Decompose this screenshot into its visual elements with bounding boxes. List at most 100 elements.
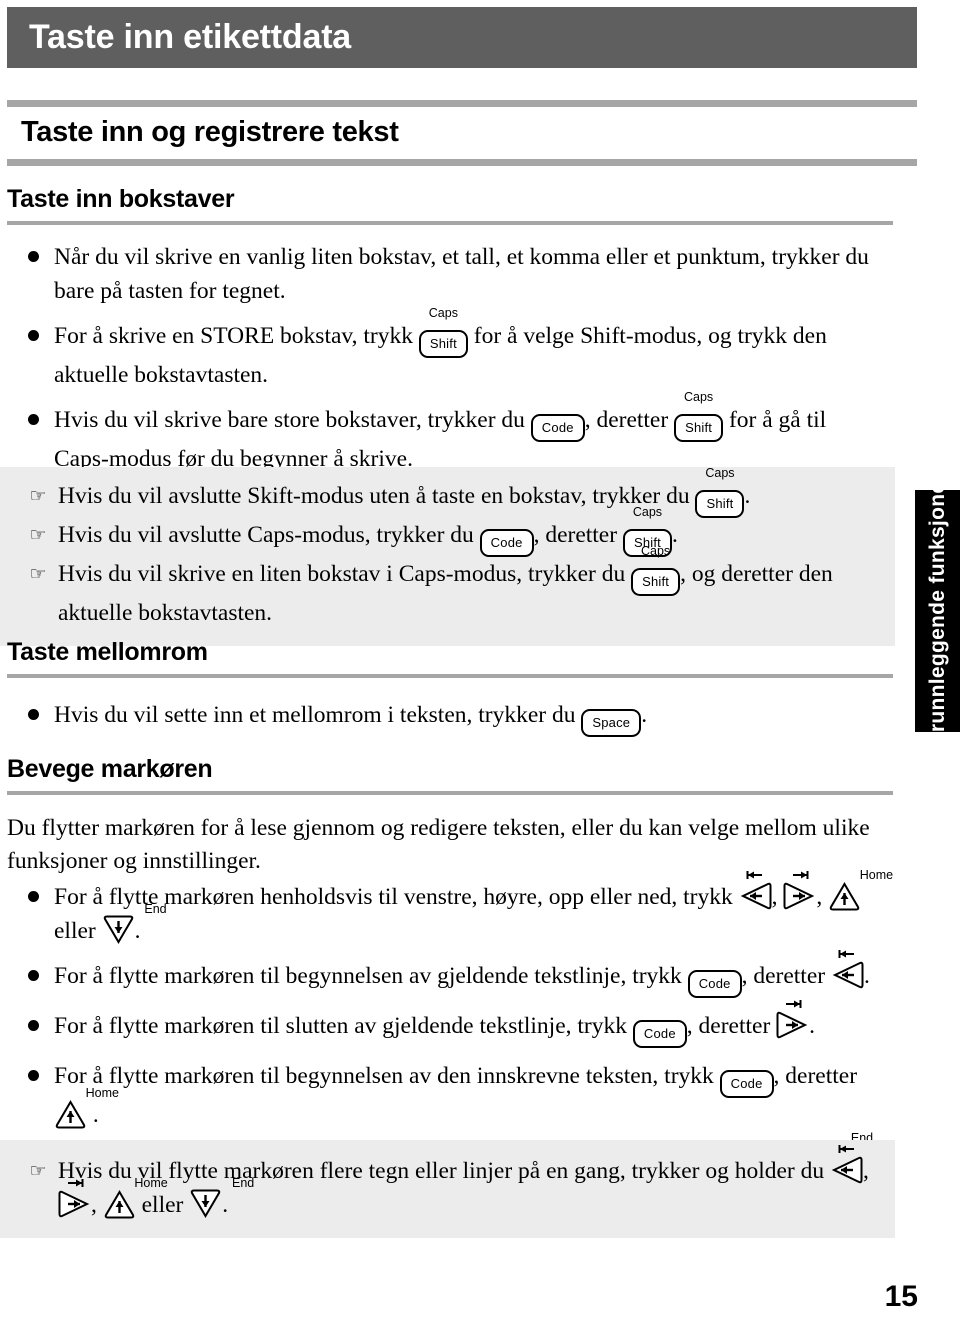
note-item-text: Hvis du vil flytte markøren flere tegn e… xyxy=(58,1145,873,1222)
bullet-dot-icon xyxy=(28,1009,54,1031)
page-number: 15 xyxy=(884,1280,918,1313)
shift-key-icon: Caps Shift xyxy=(418,307,468,358)
shift-key-cap-label: Shift xyxy=(418,330,468,358)
subsection-letters-header: Taste inn bokstaver xyxy=(7,185,893,225)
shift-key-secondary-label: Caps xyxy=(705,466,735,480)
bullet-dot-icon xyxy=(28,319,54,341)
code-key-cap-label: Code xyxy=(719,1070,774,1098)
arrow-right-key-icon xyxy=(783,871,816,911)
bullet-dot-icon xyxy=(28,698,54,720)
subsection-letters-rule xyxy=(7,221,893,225)
arrow-right-tick-marker-icon xyxy=(65,1178,85,1188)
shift-key-cap-label: Shift xyxy=(674,414,724,442)
shift-key-cap-label: Shift xyxy=(695,490,745,518)
list-item-text: For å flytte markøren til begynnelsen av… xyxy=(54,1063,858,1129)
bullet-dot-icon xyxy=(28,880,54,902)
subsection-cursor-header: Bevege markøren xyxy=(7,755,893,795)
section-rule-top xyxy=(7,100,917,107)
arrow-down-key-icon: End xyxy=(102,903,167,945)
code-key-icon: Code xyxy=(479,523,534,557)
list-item-text: Når du vil skrive en vanlig liten boksta… xyxy=(54,244,869,304)
list-item: For å flytte markøren til begynnelsen av… xyxy=(28,950,886,998)
arrow-up-key-icon: Home xyxy=(828,869,893,911)
arrow-up-key-secondary-label: Home xyxy=(134,1176,168,1190)
arrow-left-key-icon xyxy=(739,871,772,911)
arrow-right-key-icon xyxy=(58,1179,91,1219)
code-key-cap-label: Code xyxy=(479,529,534,557)
arrow-left-tick-marker-icon xyxy=(837,1144,857,1154)
letters-bullet-list: Når du vil skrive en vanlig liten boksta… xyxy=(28,240,873,487)
side-tab-basic-functions: Grunnleggende funksjoner xyxy=(915,473,960,749)
list-item: Hvis du vil sette inn et mellomrom i tek… xyxy=(28,698,873,737)
code-key-cap-label: Code xyxy=(632,1020,687,1048)
note-item-text: Hvis du vil avslutte Caps-modus, trykker… xyxy=(58,506,873,557)
shift-key-secondary-label: Caps xyxy=(640,544,671,558)
note-item: ☞ Hvis du vil flytte markøren flere tegn … xyxy=(18,1145,873,1222)
arrow-down-key-icon: End xyxy=(189,1177,254,1219)
space-bullet-list: Hvis du vil sette inn et mellomrom i tek… xyxy=(28,698,873,748)
code-key-icon: Code xyxy=(687,964,742,998)
note-item: ☞ Hvis du vil avslutte Caps-modus, trykke… xyxy=(18,506,873,557)
subsection-space-rule xyxy=(7,674,893,678)
list-item-text: For å flytte markøren henholdsvis til ve… xyxy=(54,868,894,945)
subsection-space-header: Taste mellomrom xyxy=(7,638,893,678)
bullet-dot-icon xyxy=(28,1059,54,1081)
space-key-cap-label: Space xyxy=(581,709,642,737)
arrow-down-key-secondary-label: End xyxy=(232,1176,255,1190)
list-item: For å skrive en STORE bokstav, trykk Cap… xyxy=(28,306,873,392)
list-item-text: For å skrive en STORE bokstav, trykk Cap… xyxy=(54,306,827,388)
list-item-text: For å flytte markøren til begynnelsen av… xyxy=(54,950,886,998)
shift-key-cap-label: Shift xyxy=(631,568,681,596)
note-item: ☞ Hvis du vil avslutte Skift-modus uten å… xyxy=(18,467,873,518)
pointing-hand-icon: ☞ xyxy=(29,563,47,585)
code-key-icon: Code xyxy=(530,408,585,442)
cursor-intro-paragraph: Du flytter markøren for å lese gjennom o… xyxy=(7,815,870,874)
arrow-up-key-secondary-label: Home xyxy=(85,1086,119,1100)
arrow-up-key-icon: Home xyxy=(54,1087,119,1129)
space-key-icon: Space xyxy=(581,703,642,737)
cursor-note-box: ☞ Hvis du vil flytte markøren flere tegn … xyxy=(0,1140,895,1238)
bullet-dot-icon xyxy=(28,240,54,262)
shift-key-icon: Caps Shift xyxy=(631,545,681,596)
code-key-icon: Code xyxy=(632,1014,687,1048)
arrow-left-tick-marker-icon xyxy=(837,949,857,959)
list-item: For å flytte markøren til begynnelsen av… xyxy=(28,1059,886,1132)
chapter-banner: Taste inn etikettdata xyxy=(7,7,917,68)
list-item: For å flytte markøren henholdsvis til ve… xyxy=(28,868,894,948)
subsection-letters-title: Taste inn bokstaver xyxy=(7,185,235,213)
subsection-space-title: Taste mellomrom xyxy=(7,638,208,666)
pointing-hand-icon: ☞ xyxy=(29,1160,47,1182)
pointing-hand-icon: ☞ xyxy=(29,485,47,507)
list-item-text: For å flytte markøren til slutten av gje… xyxy=(54,1000,886,1048)
arrow-up-key-icon: Home xyxy=(103,1177,168,1219)
list-item: For å flytte markøren til slutten av gje… xyxy=(28,1000,886,1048)
arrow-down-key-secondary-label: End xyxy=(144,902,167,916)
arrow-up-key-secondary-label: Home xyxy=(859,868,894,882)
arrow-left-tick-marker-icon xyxy=(745,870,765,880)
list-item: Hvis du vil skrive bare store bokstaver,… xyxy=(28,390,873,476)
pointing-hand-icon: ☞ xyxy=(29,524,47,546)
bullet-dot-icon xyxy=(28,959,54,981)
arrow-right-tick-marker-icon xyxy=(790,870,810,880)
code-key-icon: Code xyxy=(719,1064,774,1098)
page-title: Taste inn og registrere tekst xyxy=(21,116,399,148)
shift-key-icon: Caps Shift xyxy=(674,391,724,442)
list-item-text: Hvis du vil sette inn et mellomrom i tek… xyxy=(54,698,873,737)
shift-key-secondary-label: Caps xyxy=(683,390,714,404)
arrow-right-tick-marker-icon xyxy=(783,999,803,1009)
arrow-left-key-icon xyxy=(830,1145,863,1185)
bullet-dot-icon xyxy=(28,403,54,425)
subsection-cursor-rule xyxy=(7,791,893,795)
subsection-cursor-title: Bevege markøren xyxy=(7,755,213,783)
shift-key-icon: Caps Shift xyxy=(695,467,745,518)
section-rule-bottom xyxy=(7,159,917,166)
list-item: Når du vil skrive en vanlig liten boksta… xyxy=(28,240,873,308)
note-item-text: Hvis du vil avslutte Skift-modus uten å … xyxy=(58,467,873,518)
chapter-title: Taste inn etikettdata xyxy=(29,18,352,56)
arrow-left-key-icon xyxy=(831,950,864,990)
list-item-text: Hvis du vil skrive bare store bokstaver,… xyxy=(54,390,827,472)
note-item-text: Hvis du vil skrive en liten bokstav i Ca… xyxy=(58,544,833,626)
side-tab-label: Grunnleggende funksjoner xyxy=(925,473,949,749)
note-item: ☞ Hvis du vil skrive en liten bokstav i C… xyxy=(18,544,873,630)
code-key-cap-label: Code xyxy=(687,970,742,998)
